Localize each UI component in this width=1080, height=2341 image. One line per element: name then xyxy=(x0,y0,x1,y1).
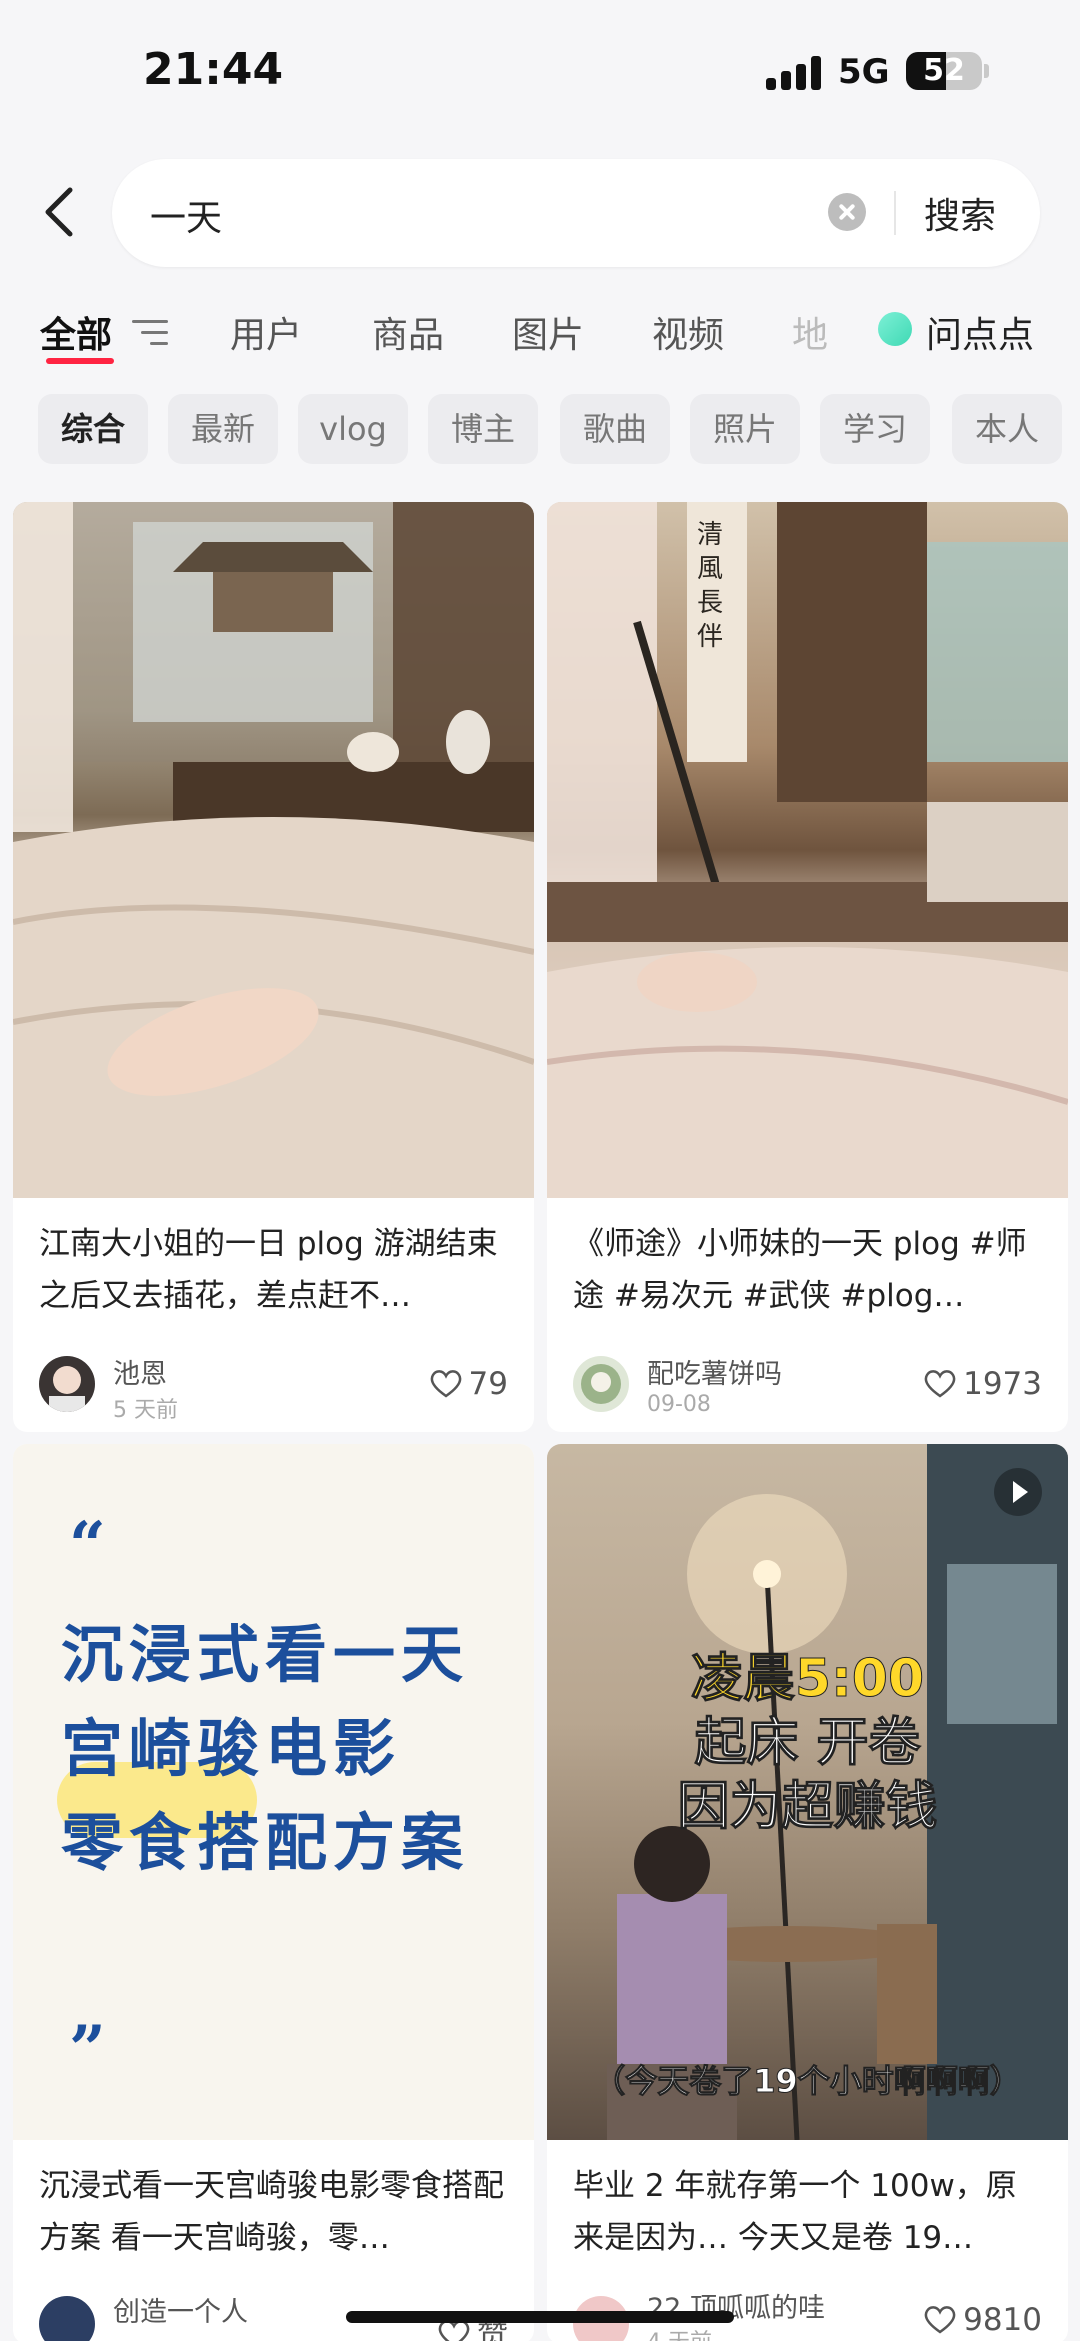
signal-icon xyxy=(766,56,822,90)
chip-vlog[interactable]: vlog xyxy=(298,394,408,464)
back-button[interactable] xyxy=(36,182,86,242)
search-divider xyxy=(894,191,896,235)
chip-latest[interactable]: 最新 xyxy=(168,394,278,464)
post-date: 4 天前 xyxy=(647,2324,712,2341)
filter-icon[interactable] xyxy=(132,318,168,348)
avatar-portrait xyxy=(49,1366,85,1412)
image-text-line: 因为超赚钱 xyxy=(677,1777,938,1838)
image-text-line: 零食搭配方案 xyxy=(61,1806,470,1879)
battery-level: 52 xyxy=(923,53,965,88)
bedroom-scene-illustration xyxy=(13,502,534,1198)
image-caption: （今天卷了19个小时啊啊啊） xyxy=(593,2062,1023,2101)
author-name[interactable]: 创造一个人 xyxy=(113,2290,248,2329)
post-title: 《师途》小师妹的一天 plog #师途 #易次元 #武侠 #plog… xyxy=(573,1226,1027,1314)
like-count: 1973 xyxy=(963,1366,1042,1402)
avatar[interactable] xyxy=(39,1356,95,1412)
calligraphy-text: 清風長伴 xyxy=(697,520,724,652)
like-button[interactable]: 9810 xyxy=(923,2302,1042,2338)
study-room-illustration xyxy=(547,502,1068,1198)
tab-videos[interactable]: 视频 xyxy=(652,306,724,358)
heart-icon xyxy=(924,2306,956,2334)
clear-circle-icon[interactable] xyxy=(828,193,866,231)
tab-all[interactable]: 全部 xyxy=(40,306,112,358)
play-icon[interactable] xyxy=(994,1468,1042,1516)
close-quote-icon: ” xyxy=(69,2012,106,2087)
feed-card[interactable]: 凌晨5:00 起床 开卷 因为超赚钱 （今天卷了19个小时啊啊啊） 毕业 2 年… xyxy=(547,1444,1068,2341)
search-bar[interactable]: 一天 搜索 xyxy=(112,159,1040,267)
post-image: “ 沉浸式看一天 宫崎骏电影 零食搭配方案 ” xyxy=(13,1444,534,2140)
chip-comprehensive[interactable]: 综合 xyxy=(38,394,148,464)
like-count: 9810 xyxy=(963,2302,1042,2338)
search-tabs: 全部 用户 商品 图片 视频 地 问点点 xyxy=(0,300,1080,370)
like-button[interactable]: 79 xyxy=(429,1366,508,1402)
search-input[interactable]: 一天 xyxy=(150,189,222,241)
avatar[interactable] xyxy=(573,1356,629,1412)
image-text-line: 宫崎骏电影 xyxy=(61,1712,402,1785)
home-indicator[interactable] xyxy=(346,2311,734,2323)
status-time: 21:44 xyxy=(143,44,284,95)
avatar-portrait xyxy=(581,1364,621,1404)
tab-products[interactable]: 商品 xyxy=(372,306,444,358)
post-image: 凌晨5:00 起床 开卷 因为超赚钱 （今天卷了19个小时啊啊啊） xyxy=(547,1444,1068,2141)
ask-label: 问点点 xyxy=(926,315,1035,356)
post-image xyxy=(13,502,534,1198)
search-button[interactable]: 搜索 xyxy=(924,187,996,239)
post-title: 毕业 2 年就存第一个 100w，原来是因为… 今天又是卷 19… xyxy=(573,2168,1017,2256)
post-image: 清風長伴 xyxy=(547,502,1068,1198)
battery-tip xyxy=(984,64,989,78)
like-button[interactable]: 1973 xyxy=(923,1366,1042,1402)
heart-icon xyxy=(924,1370,956,1398)
post-title: 江南大小姐的一日 plog 游湖结束之后又去插花，差点赶不… xyxy=(39,1226,498,1314)
feed-card[interactable]: “ 沉浸式看一天 宫崎骏电影 零食搭配方案 ” 沉浸式看一天宫崎骏电影零食搭配方… xyxy=(13,1444,534,2341)
avatar[interactable] xyxy=(39,2296,95,2341)
filter-chips: 综合 最新 vlog 博主 歌曲 照片 学习 本人 xyxy=(0,394,1080,464)
open-quote-icon: “ xyxy=(69,1508,106,1583)
battery-icon: 52 xyxy=(906,52,982,90)
chip-self[interactable]: 本人 xyxy=(952,394,1062,464)
tab-images[interactable]: 图片 xyxy=(512,306,584,358)
tab-users[interactable]: 用户 xyxy=(230,306,302,358)
chip-blogger[interactable]: 博主 xyxy=(428,394,538,464)
feed-card[interactable]: 江南大小姐的一日 plog 游湖结束之后又去插花，差点赶不… 池恩 5 天前 7… xyxy=(13,502,534,1432)
author-name[interactable]: 池恩 xyxy=(113,1352,167,1391)
network-type: 5G xyxy=(838,52,890,92)
author-name[interactable]: 配吃薯饼吗 xyxy=(647,1352,782,1391)
chip-study[interactable]: 学习 xyxy=(820,394,930,464)
chip-photos[interactable]: 照片 xyxy=(690,394,800,464)
post-date: 5 天前 xyxy=(113,1398,178,1423)
status-bar: 21:44 5G 52 xyxy=(0,0,1080,150)
like-count: 79 xyxy=(468,1366,508,1402)
chevron-left-icon xyxy=(45,187,73,237)
feed-card[interactable]: 清風長伴 《师途》小师妹的一天 plog #师途 #易次元 #武侠 #plog…… xyxy=(547,502,1068,1432)
heart-icon xyxy=(430,1370,461,1398)
tab-places[interactable]: 地 xyxy=(792,306,828,358)
ai-bubble-icon xyxy=(878,312,912,346)
active-tab-indicator xyxy=(46,358,114,364)
post-date: 09-08 xyxy=(647,1392,711,1417)
post-title: 沉浸式看一天宫崎骏电影零食搭配方案 看一天宫崎骏，零… xyxy=(39,2168,504,2256)
image-text-line: 沉浸式看一天 xyxy=(61,1618,470,1691)
chip-songs[interactable]: 歌曲 xyxy=(560,394,670,464)
